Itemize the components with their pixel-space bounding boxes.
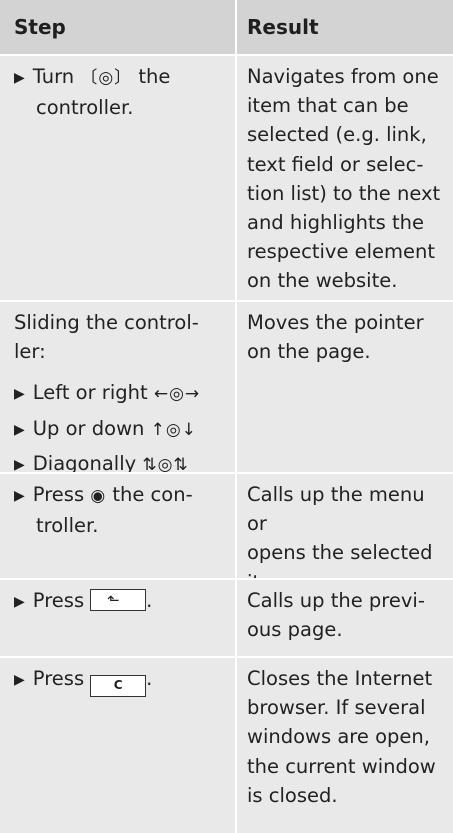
result-line: Moves the pointer — [247, 311, 424, 334]
result-line: selected (e.g. link, — [247, 123, 427, 147]
step-text: controller. — [36, 96, 134, 120]
step-text: the con- — [112, 483, 193, 506]
step-cell: Sliding the control- ler: ▶ Left or right… — [14, 308, 229, 480]
result-line: on the page. — [247, 340, 371, 364]
bullet-label: Left or right — [32, 381, 148, 405]
result-line: is closed. — [247, 783, 338, 807]
table-header: Step Result — [0, 0, 453, 54]
step-text: troller. — [36, 514, 99, 538]
header-step: Step — [14, 15, 66, 39]
result-line: opens the selected — [247, 541, 433, 565]
back-arrow-glyph: ⬑ — [107, 591, 120, 609]
result-line: text field or selec- — [247, 152, 424, 176]
step-cell: ▶ Turn 〔◎〕 the controller. — [14, 62, 229, 122]
column-divider — [235, 0, 237, 833]
clear-key-icon: C — [90, 675, 147, 697]
back-key-icon: ⬑ — [90, 589, 147, 611]
list-item: ▶ Up or down ↑◎↓ — [14, 414, 229, 445]
result-line: Calls up the previ- — [247, 589, 425, 612]
step-cell: ▶ Press ◉ the con- troller. — [14, 480, 229, 540]
left-right-slide-icon: ←◎→ — [153, 384, 201, 405]
bullet-triangle-icon: ▶ — [14, 672, 25, 688]
result-line: ous page. — [247, 618, 343, 642]
result-line: respective element — [247, 240, 436, 264]
result-cell: Navigates from one item that can be sele… — [247, 62, 447, 296]
step-text: the — [138, 65, 171, 88]
result-line: on the website. — [247, 269, 398, 293]
result-cell: Closes the Internet browser. If several … — [247, 664, 447, 810]
bullet-label: Up or down — [32, 416, 145, 440]
step-text: ler: — [14, 340, 46, 364]
bullet-triangle-icon: ▶ — [14, 386, 25, 403]
table-row: ▶ Press C. Closes the Internet browser. If… — [0, 658, 453, 833]
result-line: item that can be — [247, 94, 409, 118]
up-down-slide-icon: ↑◎↓ — [150, 419, 197, 440]
result-line: Navigates from one — [247, 65, 439, 88]
step-text: Turn — [32, 65, 75, 88]
step-cell: ▶ Press C. — [14, 664, 229, 697]
rotate-controller-icon: 〔◎〕 — [80, 68, 133, 88]
bullet-triangle-icon: ▶ — [14, 70, 25, 86]
table-row: ▶ Press ⬑. Calls up the previ- ous page. — [0, 580, 453, 656]
table-row: ▶ Press ◉ the con- troller. Calls up the … — [0, 474, 453, 594]
result-line: the current window — [247, 754, 436, 778]
result-cell: Calls up the previ- ous page. — [247, 586, 447, 644]
step-text: Press — [32, 589, 85, 612]
result-line: browser. If several — [247, 696, 426, 720]
result-line: windows are open, — [247, 725, 430, 749]
header-result: Result — [247, 15, 319, 39]
step-cell: ▶ Press ⬑. — [14, 586, 229, 617]
bullet-triangle-icon: ▶ — [14, 488, 25, 504]
bullet-triangle-icon: ▶ — [14, 594, 25, 610]
step-text: Sliding the control- — [14, 311, 199, 334]
result-line: and highlights the — [247, 211, 424, 235]
result-cell: Moves the pointer on the page. — [247, 308, 447, 366]
press-controller-icon: ◉ — [90, 486, 107, 506]
table-row: Sliding the control- ler: ▶ Left or right… — [0, 302, 453, 475]
step-text: Press — [32, 483, 85, 506]
result-line: tion list) to the next — [247, 181, 441, 205]
step-text: Press — [32, 667, 85, 690]
result-line: Closes the Internet — [247, 667, 433, 690]
list-item: ▶ Left or right ←◎→ — [14, 378, 229, 409]
table-row: ▶ Turn 〔◎〕 the controller. Navigates from… — [0, 56, 453, 300]
result-line: Calls up the menu or — [247, 483, 425, 536]
bullet-triangle-icon: ▶ — [14, 421, 25, 438]
